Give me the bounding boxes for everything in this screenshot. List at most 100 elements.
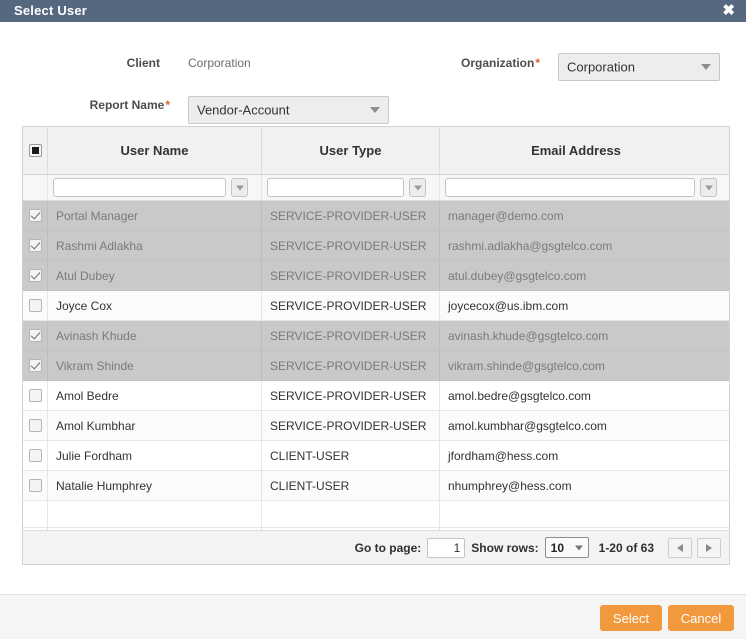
table-row[interactable]: Rashmi Adlakha SERVICE-PROVIDER-USER rashm…	[23, 231, 729, 261]
row-checkbox[interactable]	[28, 419, 42, 432]
table-row[interactable]: Amol Bedre SERVICE-PROVIDER-USER amol.bedr…	[23, 381, 729, 411]
dialog-footer: Select Cancel	[0, 594, 746, 639]
table-row[interactable]: Julie Fordham CLIENT-USER jfordham@hess.co…	[23, 441, 729, 471]
grid-header-row: User Name User Type Email Address	[23, 127, 729, 175]
filter-input-email-address[interactable]	[445, 178, 695, 197]
filter-input-user-name[interactable]	[53, 178, 226, 197]
organization-value: Corporation	[567, 59, 635, 75]
grid-filter-row	[23, 175, 729, 201]
filter-cell-checkbox	[23, 175, 48, 200]
row-select-cell[interactable]	[23, 291, 48, 320]
select-all-header-cell[interactable]	[23, 127, 48, 174]
cell-email-address: vikram.shinde@gsgtelco.com	[448, 358, 605, 373]
next-page-button[interactable]	[697, 537, 721, 558]
row-select-cell[interactable]	[23, 351, 48, 380]
table-row[interactable]: Amol Kumbhar SERVICE-PROVIDER-USER amol.ku…	[23, 411, 729, 441]
cell-user-name: Julie Fordham	[48, 441, 262, 470]
chevron-right-icon	[706, 543, 712, 552]
row-select-cell[interactable]	[23, 261, 48, 290]
row-select-cell[interactable]	[23, 201, 48, 230]
select-all-checkbox[interactable]	[28, 144, 42, 157]
filter-cell-user-name	[48, 175, 262, 200]
rows-per-page-value: 10	[550, 540, 564, 555]
table-row[interactable]: Vikram Shinde SERVICE-PROVIDER-USER vikram…	[23, 351, 729, 381]
cell-user-name: Rashmi Adlakha	[48, 231, 262, 260]
empty-cell-user-name	[48, 501, 262, 530]
cell-user-type: SERVICE-PROVIDER-USER	[262, 381, 440, 410]
row-checkbox[interactable]	[28, 449, 42, 462]
chevron-left-icon	[677, 543, 683, 552]
table-row[interactable]: Atul Dubey SERVICE-PROVIDER-USER atul.dube…	[23, 261, 729, 291]
record-range-text: 1-20 of 63	[598, 540, 654, 555]
go-to-page-input[interactable]	[427, 537, 466, 558]
empty-cell-checkbox	[23, 501, 48, 530]
table-row[interactable]: Joyce Cox SERVICE-PROVIDER-USER joycecox@u…	[23, 291, 729, 321]
required-marker: *	[535, 56, 540, 70]
row-checkbox[interactable]	[28, 209, 42, 222]
row-select-cell[interactable]	[23, 471, 48, 500]
row-select-cell[interactable]	[23, 411, 48, 440]
row-checkbox[interactable]	[28, 239, 42, 252]
rows-per-page-select[interactable]: 10	[544, 537, 589, 558]
form-area: Client Corporation Report Name* Vendor-A…	[0, 22, 746, 124]
select-button[interactable]: Select	[600, 605, 662, 631]
table-row[interactable]: Avinash Khude SERVICE-PROVIDER-USER avinas…	[23, 321, 729, 351]
row-checkbox[interactable]	[28, 479, 42, 492]
prev-page-button[interactable]	[668, 537, 692, 558]
row-checkbox[interactable]	[28, 299, 42, 312]
cell-user-name: Vikram Shinde	[48, 351, 262, 380]
row-scroll-gutter	[712, 231, 729, 260]
report-name-label: Report Name*	[30, 98, 170, 112]
row-checkbox[interactable]	[28, 269, 42, 282]
cell-user-type: SERVICE-PROVIDER-USER	[262, 321, 440, 350]
row-checkbox[interactable]	[28, 329, 42, 342]
cell-user-type: CLIENT-USER	[262, 441, 440, 470]
table-row[interactable]: Natalie Humphrey CLIENT-USER nhumphrey@hes…	[23, 471, 729, 501]
select-user-dialog: Select User ✖ Client Corporation Report …	[0, 0, 746, 639]
cell-user-type: SERVICE-PROVIDER-USER	[262, 201, 440, 230]
row-scroll-gutter	[712, 261, 729, 290]
filter-dropdown-user-name[interactable]	[231, 178, 248, 197]
client-label: Client	[126, 56, 160, 70]
table-row-empty	[23, 501, 729, 530]
report-name-value: Vendor-Account	[197, 102, 290, 118]
filter-input-user-type[interactable]	[267, 178, 404, 197]
cell-user-type: SERVICE-PROVIDER-USER	[262, 261, 440, 290]
row-checkbox[interactable]	[28, 359, 42, 372]
cell-user-type: SERVICE-PROVIDER-USER	[262, 291, 440, 320]
row-scroll-gutter	[712, 321, 729, 350]
empty-cell-user-type	[262, 501, 440, 530]
row-scroll-gutter	[712, 381, 729, 410]
empty-scroll-gutter	[712, 501, 729, 530]
report-name-select[interactable]: Vendor-Account	[188, 96, 389, 124]
row-select-cell[interactable]	[23, 381, 48, 410]
organization-label-text: Organization	[460, 56, 535, 70]
filter-dropdown-user-type[interactable]	[409, 178, 426, 197]
cell-user-type: SERVICE-PROVIDER-USER	[262, 411, 440, 440]
cell-email-address: atul.dubey@gsgtelco.com	[448, 268, 587, 283]
grid-body: Portal Manager SERVICE-PROVIDER-USER manag…	[23, 201, 729, 564]
row-select-cell[interactable]	[23, 231, 48, 260]
close-icon[interactable]: ✖	[722, 0, 735, 21]
cancel-button[interactable]: Cancel	[668, 605, 734, 631]
row-select-cell[interactable]	[23, 441, 48, 470]
cell-user-name: Joyce Cox	[48, 291, 262, 320]
cell-email-address: amol.kumbhar@gsgtelco.com	[448, 418, 607, 433]
cell-email-address: jfordham@hess.com	[448, 448, 559, 463]
column-header-email-address[interactable]: Email Address	[440, 127, 712, 174]
row-checkbox[interactable]	[28, 389, 42, 402]
organization-select[interactable]: Corporation	[558, 53, 720, 81]
user-grid: User Name User Type Email Address Portal…	[22, 126, 730, 565]
row-select-cell[interactable]	[23, 321, 48, 350]
filter-scroll-gutter	[712, 175, 729, 200]
cell-user-name: Atul Dubey	[48, 261, 262, 290]
cell-user-name: Avinash Khude	[48, 321, 262, 350]
required-marker: *	[165, 98, 170, 112]
cell-user-type: SERVICE-PROVIDER-USER	[262, 351, 440, 380]
table-row[interactable]: Portal Manager SERVICE-PROVIDER-USER manag…	[23, 201, 729, 231]
cell-email-address: joycecox@us.ibm.com	[448, 298, 569, 313]
column-header-user-type[interactable]: User Type	[262, 127, 440, 174]
client-value: Corporation	[188, 56, 251, 70]
cell-user-type: CLIENT-USER	[262, 471, 440, 500]
column-header-user-name[interactable]: User Name	[48, 127, 262, 174]
